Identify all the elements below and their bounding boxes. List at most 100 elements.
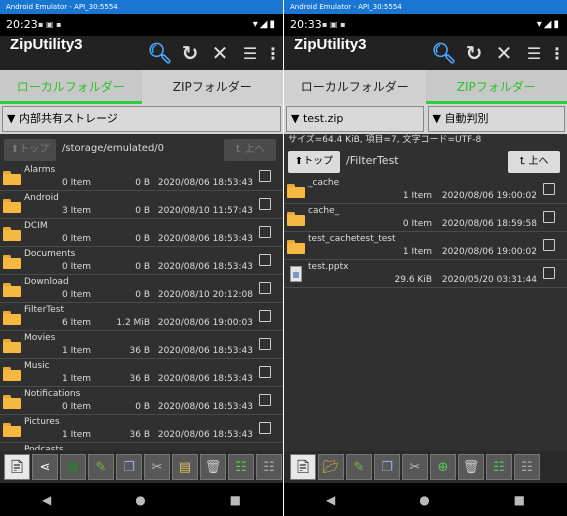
up-button[interactable]: ⮤ 上へ	[508, 151, 560, 173]
item-meta: 1 Item	[402, 247, 432, 257]
cut-icon[interactable]: ✂	[144, 454, 170, 480]
back-icon[interactable]: ◀	[42, 493, 51, 507]
cut-icon[interactable]: ✂	[402, 454, 428, 480]
item-checkbox[interactable]	[543, 267, 555, 279]
item-checkbox[interactable]	[259, 282, 271, 294]
file-list: Alarms 0 Item 0 B 2020/08/06 18:53:43 Androi…	[0, 163, 283, 450]
bottom-toolbar: 📄︎ ⋖ ▦ ✎ ❐ ✂ ▤ 🗑︎ ☷ ☷	[0, 451, 283, 483]
new-file-icon[interactable]: 📄︎	[4, 454, 30, 480]
unselect-all-icon[interactable]: ☷	[514, 454, 540, 480]
item-checkbox[interactable]	[259, 170, 271, 182]
list-item[interactable]: Android 3 Item 0 B 2020/08/10 11:57:43	[0, 191, 283, 219]
list-item[interactable]: Documents 0 Item 0 B 2020/08/06 18:53:43	[0, 247, 283, 275]
copy-icon[interactable]: ❐	[374, 454, 400, 480]
item-size: 0 B	[135, 402, 150, 412]
clean-brush-icon[interactable]: ✎	[88, 454, 114, 480]
list-item[interactable]: test_cachetest_test 1 Item 2020/08/06 19:0…	[284, 232, 567, 260]
item-count: 1 Item	[62, 430, 92, 440]
item-checkbox[interactable]	[259, 254, 271, 266]
folder-icon	[3, 339, 21, 353]
list-item[interactable]: test.pptx 29.6 KiB 2020/05/20 03:31:44	[284, 260, 567, 288]
folder-icon	[3, 395, 21, 409]
item-checkbox[interactable]	[259, 226, 271, 238]
item-checkbox[interactable]	[259, 338, 271, 350]
item-date: 2020/05/20 03:31:44	[441, 275, 537, 285]
bottom-toolbar: 📄︎ 📂︎ ✎ ❐ ✂ ⊕ 🗑︎ ☷ ☷	[284, 451, 567, 483]
refresh-icon[interactable]: ↻	[461, 40, 487, 66]
folder-icon	[3, 171, 21, 185]
select-all-icon[interactable]: ☷	[228, 454, 254, 480]
unselect-all-icon[interactable]: ☷	[256, 454, 282, 480]
up-icon: ⮤	[235, 144, 245, 155]
top-button[interactable]: ⬆トップ	[4, 139, 56, 161]
search-icon[interactable]: 🔍︎	[147, 40, 173, 66]
back-icon[interactable]: ◀	[326, 493, 335, 507]
list-item[interactable]: FilterTest 6 Item 1.2 MiB 2020/08/06 19:00:…	[0, 303, 283, 331]
excel-icon[interactable]: ▦	[60, 454, 86, 480]
right-phone-screen: Android Emulator - API_30:5554 20:33 ▪ ▣…	[284, 0, 567, 516]
list-item[interactable]: Podcasts	[0, 443, 283, 450]
zip-file-dropdown-label: test.zip	[302, 112, 344, 125]
list-item[interactable]: Notifications 0 Item 0 B 2020/08/06 18:53:4…	[0, 387, 283, 415]
item-checkbox[interactable]	[259, 310, 271, 322]
chevron-down-icon: ▼	[432, 112, 445, 125]
encoding-dropdown[interactable]: ▼ 自動判別	[427, 106, 565, 132]
more-options-icon[interactable]: ⋮	[549, 40, 565, 66]
item-checkbox[interactable]	[259, 422, 271, 434]
tab-zip-folder[interactable]: ZIPフォルダー	[425, 70, 567, 104]
top-button[interactable]: ⬆トップ	[288, 151, 340, 173]
share-icon[interactable]: ⋖	[32, 454, 58, 480]
paste-icon[interactable]: ▤	[172, 454, 198, 480]
recents-icon[interactable]: ■	[230, 493, 241, 507]
sort-icon[interactable]: ☰	[237, 40, 263, 66]
tab-zip-folder[interactable]: ZIPフォルダー	[141, 70, 283, 104]
storage-dropdown[interactable]: ▼ 内部共有ストレージ	[2, 106, 281, 132]
item-name: DCIM	[24, 221, 48, 231]
delete-icon[interactable]: 🗑︎	[458, 454, 484, 480]
more-options-icon[interactable]: ⋮	[265, 40, 281, 66]
refresh-icon[interactable]: ↻	[177, 40, 203, 66]
zip-file-dropdown[interactable]: ▼ test.zip	[286, 106, 424, 132]
list-item[interactable]: Pictures 1 Item 36 B 2020/08/06 18:53:43	[0, 415, 283, 443]
list-item[interactable]: DCIM 0 Item 0 B 2020/08/06 18:53:43	[0, 219, 283, 247]
list-item[interactable]: Movies 1 Item 36 B 2020/08/06 18:53:43	[0, 331, 283, 359]
new-file-icon[interactable]: 📄︎	[290, 454, 316, 480]
tab-local-folder[interactable]: ローカルフォルダー	[0, 70, 142, 104]
list-item[interactable]: _cache 1 Item 2020/08/06 19:00:02	[284, 176, 567, 204]
item-date: 2020/08/06 18:53:43	[157, 430, 253, 440]
item-count: 0 Item	[62, 262, 92, 272]
list-item[interactable]: Download 0 Item 0 B 2020/08/10 20:12:08	[0, 275, 283, 303]
copy-icon[interactable]: ❐	[116, 454, 142, 480]
recents-icon[interactable]: ■	[514, 493, 525, 507]
clean-brush-icon[interactable]: ✎	[346, 454, 372, 480]
item-name: cache_	[308, 206, 340, 216]
item-checkbox[interactable]	[259, 366, 271, 378]
home-icon[interactable]: ●	[135, 493, 145, 507]
item-count: 0 Item	[62, 178, 92, 188]
list-item[interactable]: Alarms 0 Item 0 B 2020/08/06 18:53:43	[0, 163, 283, 191]
item-checkbox[interactable]	[259, 394, 271, 406]
home-icon[interactable]: ●	[419, 493, 429, 507]
up-button-label: 上へ	[528, 156, 549, 167]
add-file-icon[interactable]: ⊕	[430, 454, 456, 480]
item-checkbox[interactable]	[543, 239, 555, 251]
delete-icon[interactable]: 🗑︎	[200, 454, 226, 480]
item-size: 1.2 MiB	[116, 318, 150, 328]
close-icon[interactable]: ✕	[207, 40, 233, 66]
item-checkbox[interactable]	[259, 198, 271, 210]
tab-local-folder[interactable]: ローカルフォルダー	[284, 70, 426, 104]
up-button[interactable]: ⮤ 上へ	[224, 139, 276, 161]
close-icon[interactable]: ✕	[491, 40, 517, 66]
search-icon[interactable]: 🔍︎	[431, 40, 457, 66]
emulator-title: Android Emulator - API_30:5554	[0, 0, 283, 14]
open-folder-icon[interactable]: 📂︎	[318, 454, 344, 480]
item-checkbox[interactable]	[543, 183, 555, 195]
list-item[interactable]: Music 1 Item 36 B 2020/08/06 18:53:43	[0, 359, 283, 387]
folder-icon	[3, 311, 21, 325]
item-checkbox[interactable]	[543, 211, 555, 223]
item-size: 36 B	[129, 430, 151, 440]
item-count: 1 Item	[62, 346, 92, 356]
sort-icon[interactable]: ☰	[521, 40, 547, 66]
list-item[interactable]: cache_ 0 Item 2020/08/06 18:59:58	[284, 204, 567, 232]
select-all-icon[interactable]: ☷	[486, 454, 512, 480]
